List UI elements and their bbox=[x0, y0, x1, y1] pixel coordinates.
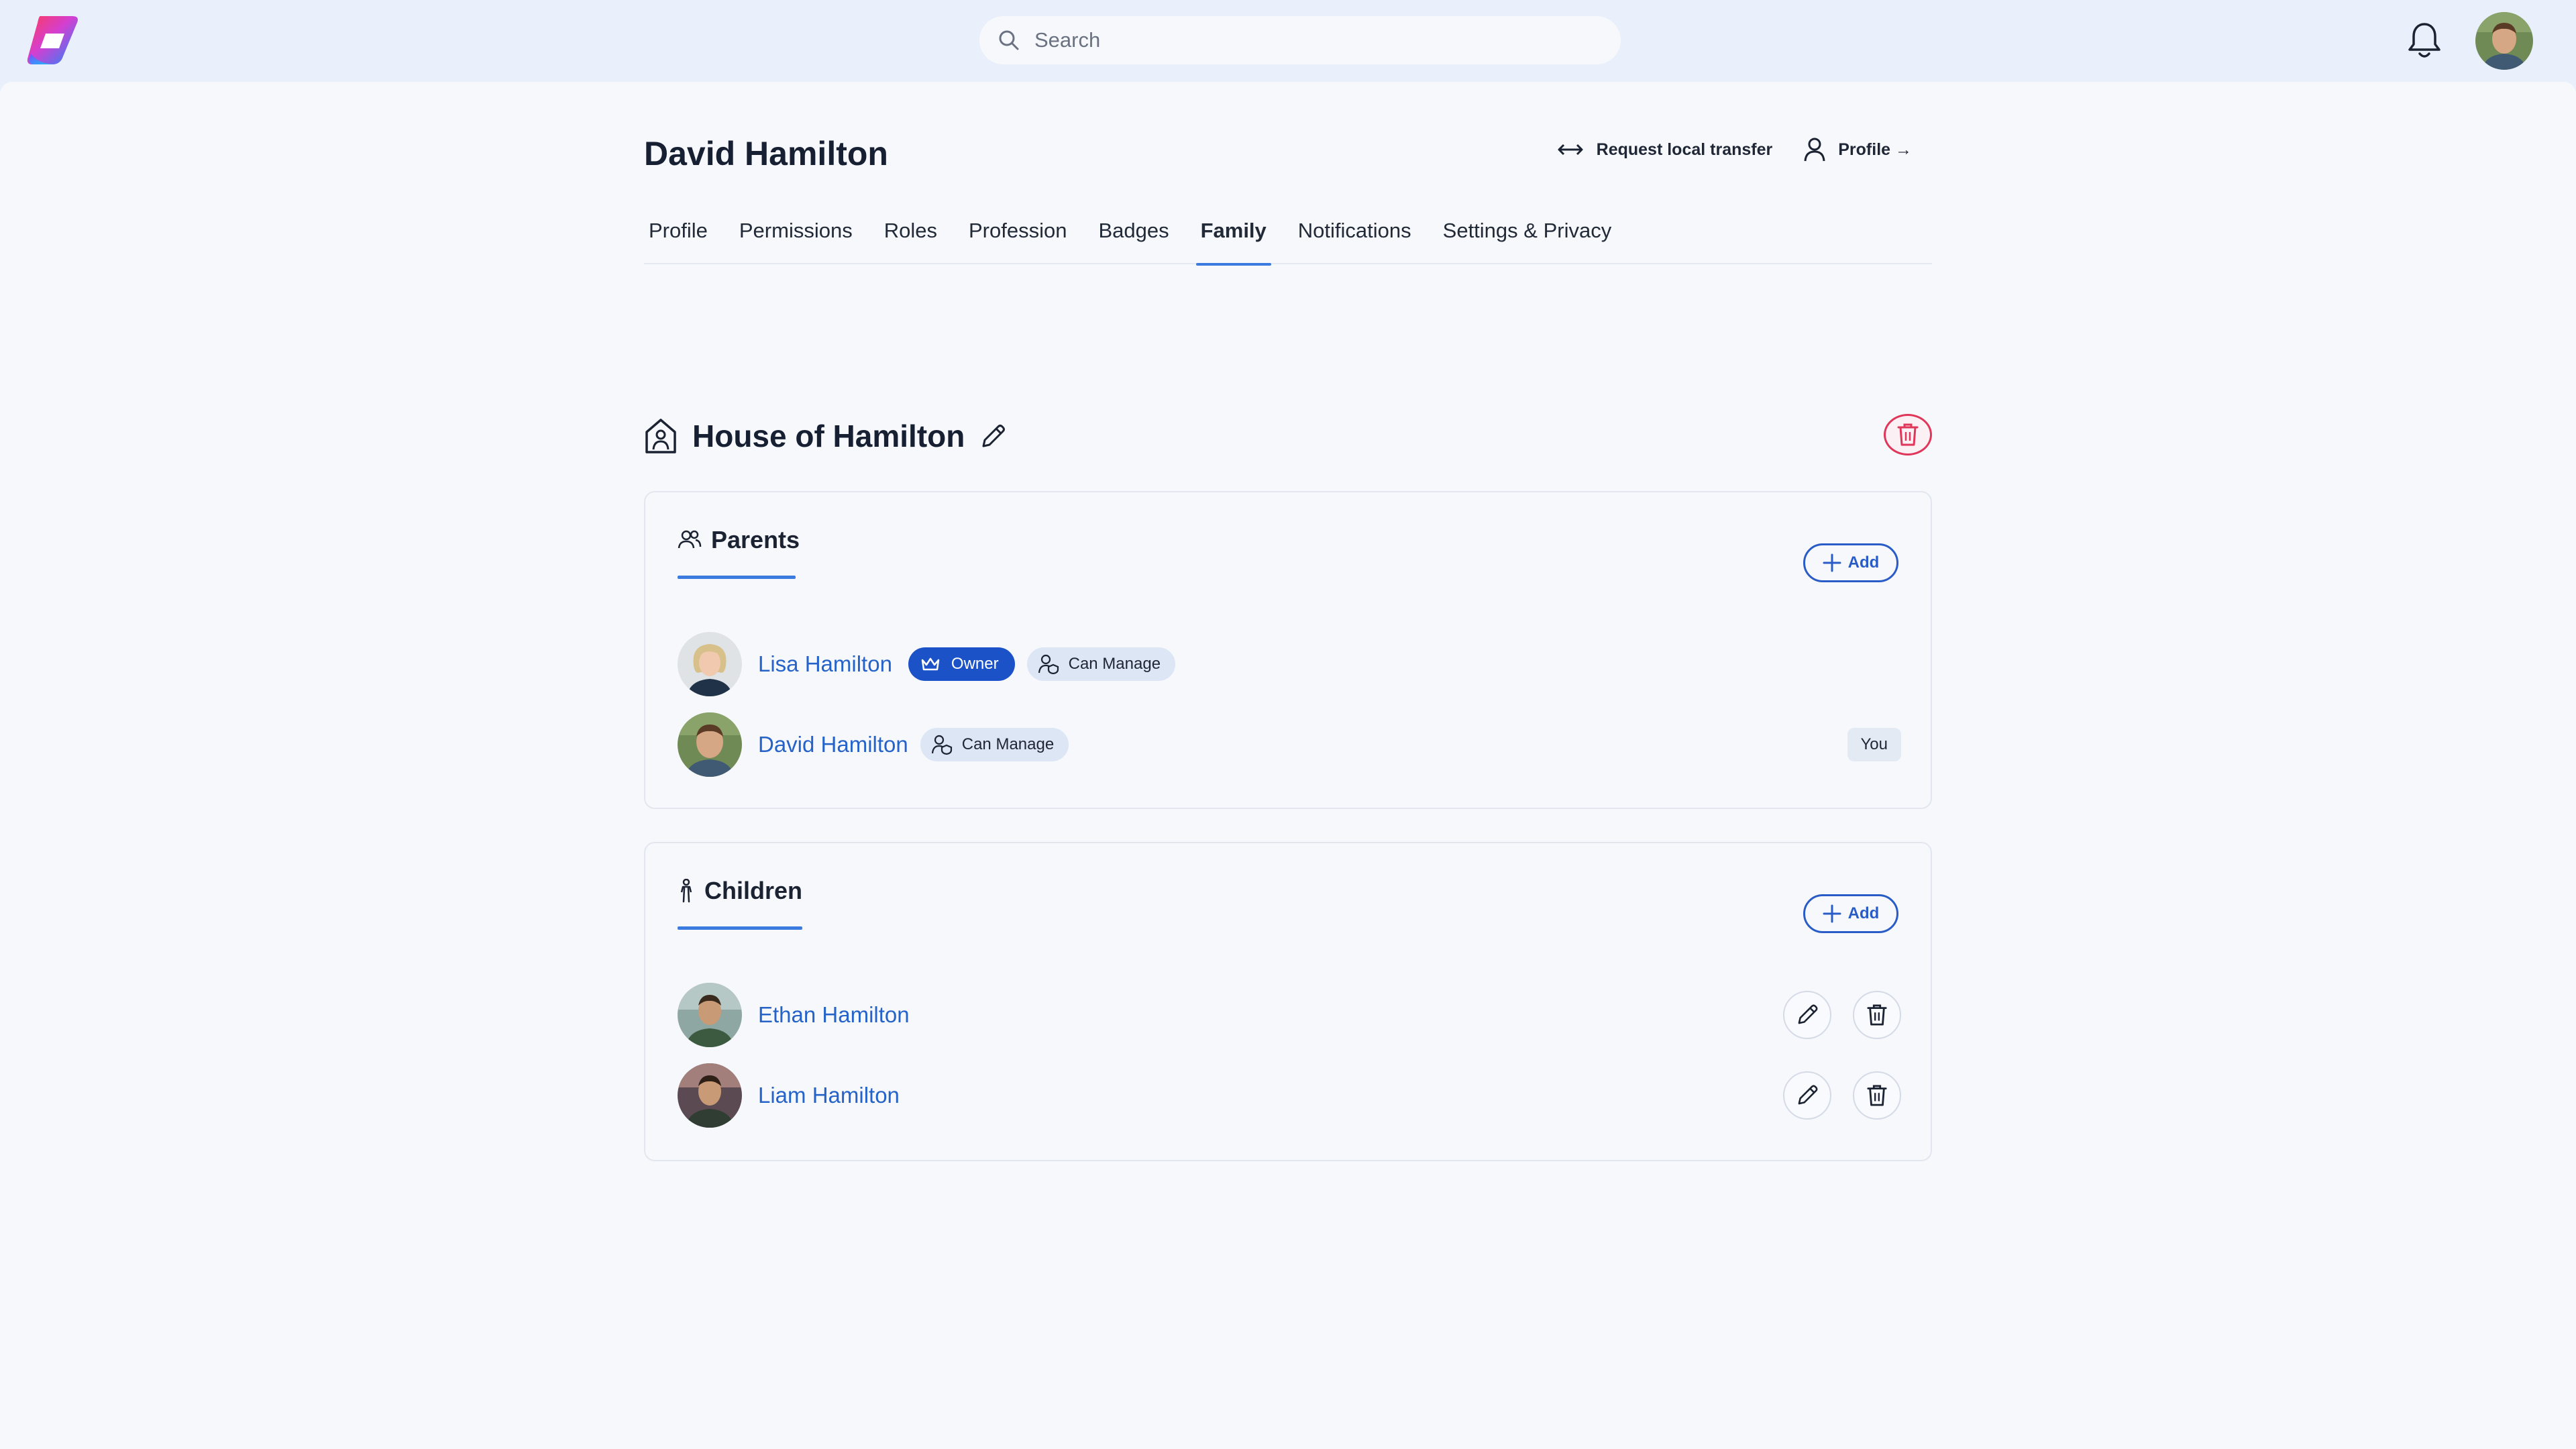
delete-household-button[interactable] bbox=[1884, 414, 1932, 455]
tab-profession[interactable]: Profession bbox=[964, 209, 1071, 264]
child-row-actions bbox=[1762, 1071, 1901, 1120]
children-card: Children Add Ethan Hamilton Liam Hamilto… bbox=[644, 842, 1932, 1161]
owner-badge: Owner bbox=[908, 647, 1015, 681]
add-child-label: Add bbox=[1847, 904, 1880, 922]
tab-profile[interactable]: Profile bbox=[644, 209, 712, 264]
crown-icon bbox=[921, 657, 940, 671]
search-icon bbox=[999, 30, 1019, 50]
pencil-icon bbox=[1798, 1004, 1818, 1024]
profile-link-label: Profile → bbox=[1838, 140, 1912, 159]
trash-icon bbox=[1867, 1004, 1887, 1026]
parents-card: Parents Add Lisa Hamilton Owner Can Mana… bbox=[644, 491, 1932, 809]
add-parent-label: Add bbox=[1847, 553, 1880, 572]
tab-bar: Profile Permissions Roles Profession Bad… bbox=[644, 209, 1932, 266]
parent-row: David Hamilton Can Manage You bbox=[678, 712, 1901, 777]
owner-badge-label: Owner bbox=[951, 655, 999, 673]
add-child-button[interactable]: Add bbox=[1803, 894, 1898, 933]
can-manage-label: Can Manage bbox=[961, 735, 1055, 753]
pencil-icon bbox=[982, 425, 1005, 447]
trash-icon bbox=[1867, 1085, 1887, 1106]
child-row: Ethan Hamilton bbox=[678, 983, 1901, 1047]
parent-row: Lisa Hamilton Owner Can Manage bbox=[678, 632, 1901, 696]
edit-household-button[interactable] bbox=[978, 422, 1008, 451]
request-transfer-label: Request local transfer bbox=[1596, 140, 1773, 159]
child-row: Liam Hamilton bbox=[678, 1063, 1901, 1128]
trash-icon bbox=[1897, 423, 1919, 446]
household-header: House of Hamilton bbox=[644, 414, 1932, 461]
parents-header: Parents bbox=[678, 526, 800, 554]
pencil-icon bbox=[1798, 1085, 1818, 1105]
user-avatar[interactable] bbox=[2475, 12, 2533, 70]
add-parent-button[interactable]: Add bbox=[1803, 543, 1898, 582]
main-panel: David Hamilton Request local transfer Pr… bbox=[0, 82, 2576, 1449]
child-icon bbox=[680, 879, 692, 903]
can-manage-label: Can Manage bbox=[1068, 655, 1161, 673]
children-underline bbox=[678, 926, 802, 930]
search-bar[interactable] bbox=[979, 16, 1621, 64]
you-badge: You bbox=[1847, 728, 1901, 761]
user-shield-icon bbox=[1038, 654, 1059, 674]
search-input[interactable] bbox=[1033, 28, 1583, 53]
plus-icon bbox=[1823, 553, 1841, 572]
home-person-icon bbox=[645, 419, 676, 453]
avatar[interactable] bbox=[678, 632, 742, 696]
member-name[interactable]: Lisa Hamilton bbox=[758, 651, 892, 677]
app-logo[interactable] bbox=[25, 13, 82, 67]
avatar[interactable] bbox=[678, 1063, 742, 1128]
request-transfer-link[interactable]: Request local transfer bbox=[1556, 140, 1773, 160]
tab-roles[interactable]: Roles bbox=[879, 209, 942, 264]
users-icon bbox=[678, 530, 702, 549]
top-bar bbox=[0, 0, 2576, 82]
arrows-left-right-icon bbox=[1558, 144, 1583, 156]
user-shield-icon bbox=[931, 735, 952, 755]
children-label: Children bbox=[704, 877, 803, 904]
member-name[interactable]: David Hamilton bbox=[758, 732, 908, 757]
child-row-actions bbox=[1762, 991, 1901, 1039]
edit-child-button[interactable] bbox=[1783, 1071, 1831, 1120]
tab-notifications[interactable]: Notifications bbox=[1293, 209, 1416, 264]
avatar[interactable] bbox=[678, 712, 742, 777]
member-name[interactable]: Liam Hamilton bbox=[758, 1083, 900, 1108]
delete-child-button[interactable] bbox=[1853, 991, 1901, 1039]
can-manage-badge: Can Manage bbox=[1026, 647, 1176, 681]
household-title: House of Hamilton bbox=[692, 419, 965, 453]
notifications-bell-icon[interactable] bbox=[2406, 20, 2443, 60]
tab-permissions[interactable]: Permissions bbox=[735, 209, 857, 264]
profile-link[interactable]: Profile → bbox=[1803, 137, 1912, 162]
content-area: David Hamilton Request local transfer Pr… bbox=[644, 82, 1932, 1222]
header-actions: Request local transfer Profile → bbox=[1525, 137, 1912, 162]
tab-badges[interactable]: Badges bbox=[1093, 209, 1173, 264]
tab-family[interactable]: Family bbox=[1195, 209, 1272, 266]
tab-settings-privacy[interactable]: Settings & Privacy bbox=[1438, 209, 1617, 264]
page-title: David Hamilton bbox=[644, 135, 888, 172]
member-name[interactable]: Ethan Hamilton bbox=[758, 1002, 910, 1028]
can-manage-badge: Can Manage bbox=[920, 728, 1069, 761]
delete-child-button[interactable] bbox=[1853, 1071, 1901, 1120]
edit-child-button[interactable] bbox=[1783, 991, 1831, 1039]
avatar[interactable] bbox=[678, 983, 742, 1047]
children-header: Children bbox=[678, 877, 802, 905]
parents-underline bbox=[678, 576, 796, 579]
parents-label: Parents bbox=[711, 526, 800, 553]
plus-icon bbox=[1823, 904, 1841, 923]
user-icon bbox=[1804, 138, 1825, 162]
